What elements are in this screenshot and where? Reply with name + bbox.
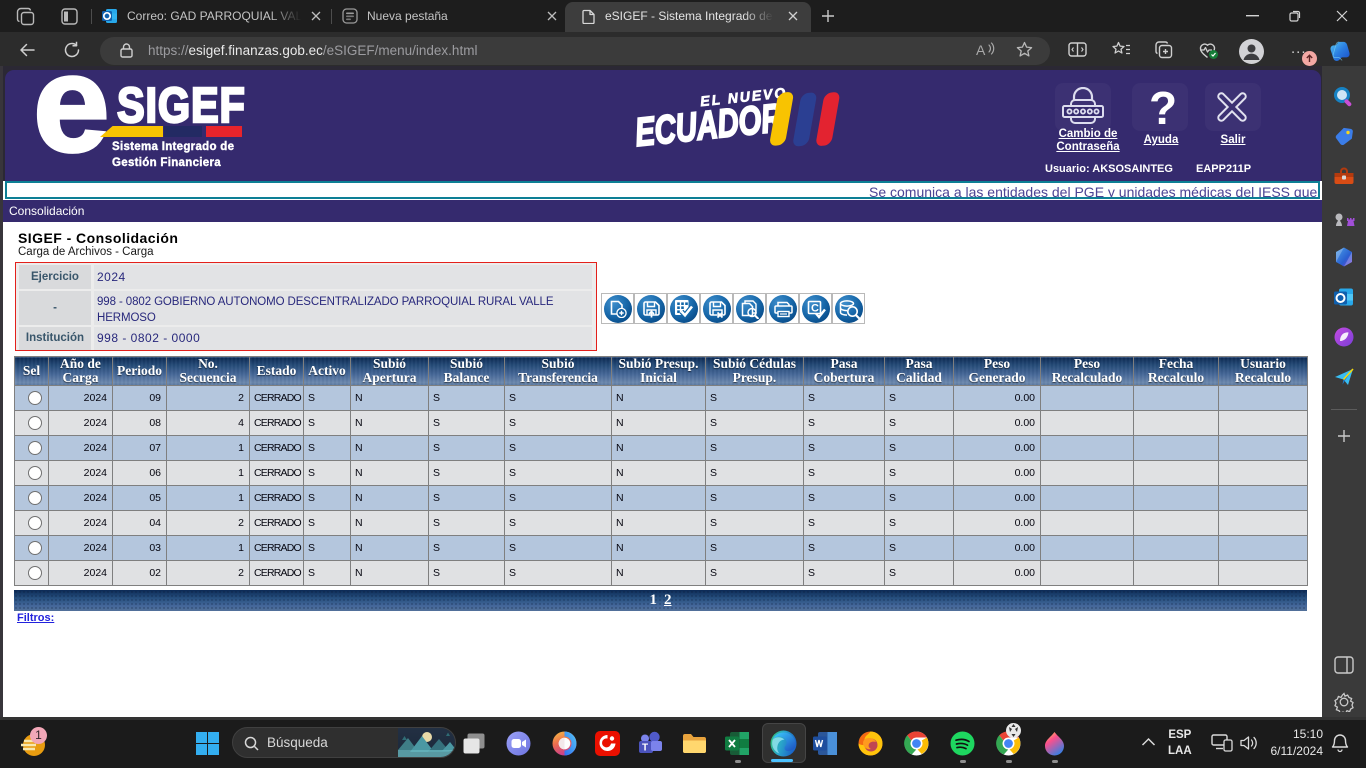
svg-text:C: C <box>811 303 819 315</box>
svg-text:T: T <box>642 743 648 754</box>
svg-text:A: A <box>976 42 986 58</box>
